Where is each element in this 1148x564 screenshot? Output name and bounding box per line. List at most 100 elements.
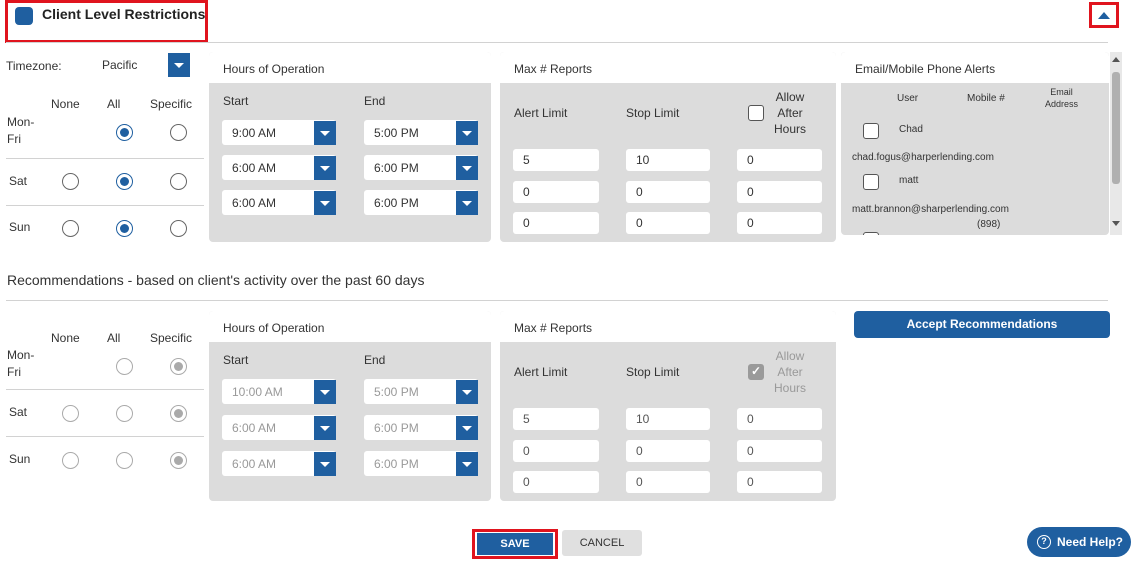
- radio-monfri-all[interactable]: [116, 124, 133, 141]
- chevron-down-icon[interactable]: [456, 452, 478, 476]
- section-title: Client Level Restrictions: [42, 6, 206, 22]
- chevron-down-icon[interactable]: [456, 191, 478, 215]
- alerts-panel: Email/Mobile Phone Alerts User Mobile # …: [841, 52, 1109, 235]
- rec-max-reports-title: Max # Reports: [500, 311, 836, 342]
- need-help-button[interactable]: ? Need Help?: [1027, 527, 1131, 557]
- stop-limit-input-sat[interactable]: 0: [626, 181, 710, 203]
- day-mon-fri: Mon- Fri: [7, 115, 35, 146]
- end-select-sun[interactable]: 6:00 PM: [364, 190, 478, 215]
- rec-after-hours-input-sat[interactable]: 0: [737, 440, 822, 462]
- end-select-sat[interactable]: 6:00 PM: [364, 155, 478, 180]
- rec-radio-sun-none[interactable]: [62, 452, 79, 469]
- stop-limit-input-monfri[interactable]: 10: [626, 149, 710, 171]
- radio-sat-none[interactable]: [62, 173, 79, 190]
- rec-start-select-monfri[interactable]: 10:00 AM: [222, 379, 336, 404]
- user-checkbox-matt[interactable]: [863, 174, 879, 190]
- rec-stop-limit-input-sun[interactable]: 0: [626, 471, 710, 493]
- col-email: Email Address: [1045, 87, 1079, 109]
- divider: [6, 389, 204, 390]
- day-sun: Sun: [9, 220, 31, 234]
- rec-day-sat: Sat: [9, 405, 28, 419]
- section-checkbox[interactable]: [15, 7, 33, 25]
- chevron-down-icon[interactable]: [456, 416, 478, 440]
- user-checkbox-next[interactable]: [863, 232, 879, 235]
- rec-end-select-sat[interactable]: 6:00 PM: [364, 415, 478, 440]
- start-select-sun[interactable]: 6:00 AM: [222, 190, 336, 215]
- after-hours-input-monfri[interactable]: 0: [737, 149, 822, 171]
- chevron-down-icon[interactable]: [314, 191, 336, 215]
- radio-sun-none[interactable]: [62, 220, 79, 237]
- chevron-down-icon[interactable]: [168, 53, 190, 77]
- timezone-select[interactable]: Pacific: [64, 52, 190, 78]
- scroll-down-icon[interactable]: [1112, 221, 1120, 226]
- rec-allow-after-hours-checkbox[interactable]: [748, 364, 764, 380]
- rec-end-select-sun[interactable]: 6:00 PM: [364, 451, 478, 476]
- rec-stop-limit-input-monfri[interactable]: 10: [626, 408, 710, 430]
- rec-after-hours-input-sun[interactable]: 0: [737, 471, 822, 493]
- radio-monfri-specific[interactable]: [170, 124, 187, 141]
- collapse-button[interactable]: [1089, 2, 1119, 28]
- chevron-down-icon[interactable]: [456, 380, 478, 404]
- rec-radio-sun-all[interactable]: [116, 452, 133, 469]
- col-specific: Specific: [150, 97, 193, 111]
- user-email-matt: matt.brannon@sharperlending.com: [852, 204, 1009, 215]
- rec-radio-sat-none[interactable]: [62, 405, 79, 422]
- hours-title: Hours of Operation: [209, 52, 491, 83]
- rec-after-hours-input-monfri[interactable]: 0: [737, 408, 822, 430]
- alert-limit-input-sun[interactable]: 0: [513, 212, 599, 234]
- chevron-down-icon[interactable]: [314, 156, 336, 180]
- radio-sun-specific[interactable]: [170, 220, 187, 237]
- rec-radio-monfri-all[interactable]: [116, 358, 133, 375]
- rec-alert-limit-input-sat[interactable]: 0: [513, 440, 599, 462]
- rec-hours-title: Hours of Operation: [209, 311, 491, 342]
- cancel-button[interactable]: CANCEL: [562, 530, 642, 556]
- end-select-monfri[interactable]: 5:00 PM: [364, 120, 478, 145]
- alerts-title: Email/Mobile Phone Alerts: [841, 52, 1109, 83]
- radio-sat-all[interactable]: [116, 173, 133, 190]
- chevron-down-icon[interactable]: [314, 416, 336, 440]
- rec-start-select-sun[interactable]: 6:00 AM: [222, 451, 336, 476]
- chevron-down-icon[interactable]: [456, 156, 478, 180]
- alert-limit-input-monfri[interactable]: 5: [513, 149, 599, 171]
- user-name-matt: matt: [899, 175, 919, 186]
- chevron-down-icon[interactable]: [314, 380, 336, 404]
- allow-after-hours-checkbox[interactable]: [748, 105, 764, 121]
- max-reports-title: Max # Reports: [500, 52, 836, 83]
- recommendations-heading: Recommendations - based on client's acti…: [7, 272, 425, 288]
- end-label: End: [364, 94, 386, 108]
- rec-radio-sun-specific[interactable]: [170, 452, 187, 469]
- rec-stop-limit-input-sat[interactable]: 0: [626, 440, 710, 462]
- start-select-monfri[interactable]: 9:00 AM: [222, 120, 336, 145]
- stop-limit-input-sun[interactable]: 0: [626, 212, 710, 234]
- rec-day-sun: Sun: [9, 452, 31, 466]
- alert-limit-input-sat[interactable]: 0: [513, 181, 599, 203]
- user-checkbox-chad[interactable]: [863, 123, 879, 139]
- rec-radio-monfri-specific[interactable]: [170, 358, 187, 375]
- alerts-scrollbar[interactable]: [1110, 52, 1122, 235]
- rec-radio-sat-all[interactable]: [116, 405, 133, 422]
- rec-start-select-sat[interactable]: 6:00 AM: [222, 415, 336, 440]
- radio-sat-specific[interactable]: [170, 173, 187, 190]
- rec-col-none: None: [51, 331, 80, 345]
- scrollbar-thumb[interactable]: [1112, 72, 1120, 184]
- scroll-up-icon[interactable]: [1112, 57, 1120, 62]
- radio-sun-all[interactable]: [116, 220, 133, 237]
- divider: [6, 436, 204, 437]
- after-hours-input-sun[interactable]: 0: [737, 212, 822, 234]
- rec-end-select-monfri[interactable]: 5:00 PM: [364, 379, 478, 404]
- accept-recommendations-button[interactable]: Accept Recommendations: [854, 311, 1110, 338]
- start-select-sat[interactable]: 6:00 AM: [222, 155, 336, 180]
- chevron-down-icon[interactable]: [314, 121, 336, 145]
- save-button[interactable]: SAVE: [477, 533, 553, 555]
- allow-after-hours-label: Allow After Hours: [774, 90, 807, 136]
- after-hours-input-sat[interactable]: 0: [737, 181, 822, 203]
- rec-radio-sat-specific[interactable]: [170, 405, 187, 422]
- chevron-down-icon[interactable]: [314, 452, 336, 476]
- rec-alert-limit-label: Alert Limit: [514, 365, 568, 379]
- rec-alert-limit-input-monfri[interactable]: 5: [513, 408, 599, 430]
- chevron-down-icon[interactable]: [456, 121, 478, 145]
- col-all: All: [107, 97, 121, 111]
- rec-col-specific: Specific: [150, 331, 193, 345]
- rec-end-label: End: [364, 353, 386, 367]
- rec-alert-limit-input-sun[interactable]: 0: [513, 471, 599, 493]
